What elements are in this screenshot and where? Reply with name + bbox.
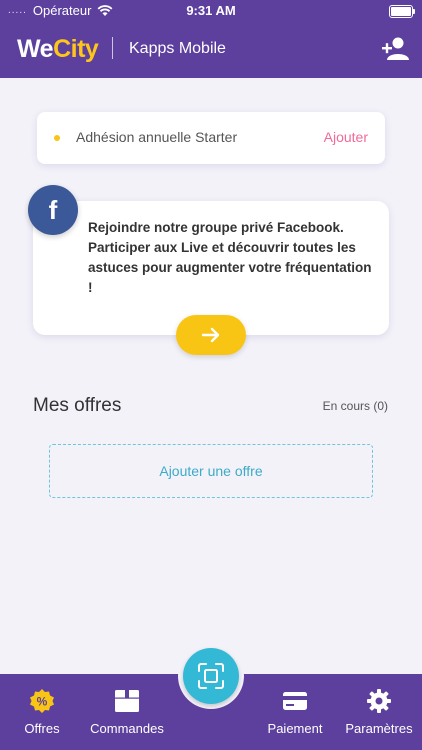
tab-paiement[interactable]: Paiement: [250, 674, 340, 750]
arrow-right-icon: [201, 327, 220, 343]
tab-offres[interactable]: % Offres: [0, 674, 87, 750]
tab-label: Offres: [24, 721, 60, 736]
scan-icon: [198, 663, 224, 689]
page-title: Kapps Mobile: [129, 40, 226, 57]
header-divider: [112, 37, 113, 59]
join-facebook-button[interactable]: [176, 315, 246, 355]
app-header: WeCity Kapps Mobile: [0, 22, 422, 78]
battery-icon: [389, 5, 415, 18]
status-dot: [54, 135, 60, 141]
status-bar: ..... Opérateur 9:31 AM: [0, 0, 422, 22]
box-icon: [115, 690, 139, 712]
add-membership-link[interactable]: Ajouter: [324, 129, 368, 145]
offers-status-count: En cours (0): [322, 399, 388, 413]
facebook-icon: f: [28, 185, 78, 235]
offers-section-title: Mes offres: [33, 395, 122, 416]
membership-card: Adhésion annuelle Starter Ajouter: [37, 112, 385, 164]
add-user-icon[interactable]: [382, 36, 410, 62]
app-logo: WeCity: [17, 35, 99, 63]
tab-commandes[interactable]: Commandes: [82, 674, 172, 750]
gear-icon: [367, 689, 391, 713]
facebook-card-text: Rejoindre notre groupe privé Facebook. P…: [88, 220, 372, 295]
credit-card-icon: [283, 692, 307, 710]
percent-badge-icon: %: [30, 689, 54, 713]
clock: 9:31 AM: [186, 3, 236, 18]
membership-label: Adhésion annuelle Starter: [76, 129, 238, 145]
svg-text:%: %: [37, 695, 48, 709]
scan-button[interactable]: [183, 648, 239, 704]
tab-label: Paiement: [267, 721, 323, 736]
add-offer-button[interactable]: Ajouter une offre: [49, 444, 373, 498]
tab-parametres[interactable]: Paramètres: [334, 674, 422, 750]
tab-label: Paramètres: [345, 721, 413, 736]
tab-label: Commandes: [90, 721, 164, 736]
